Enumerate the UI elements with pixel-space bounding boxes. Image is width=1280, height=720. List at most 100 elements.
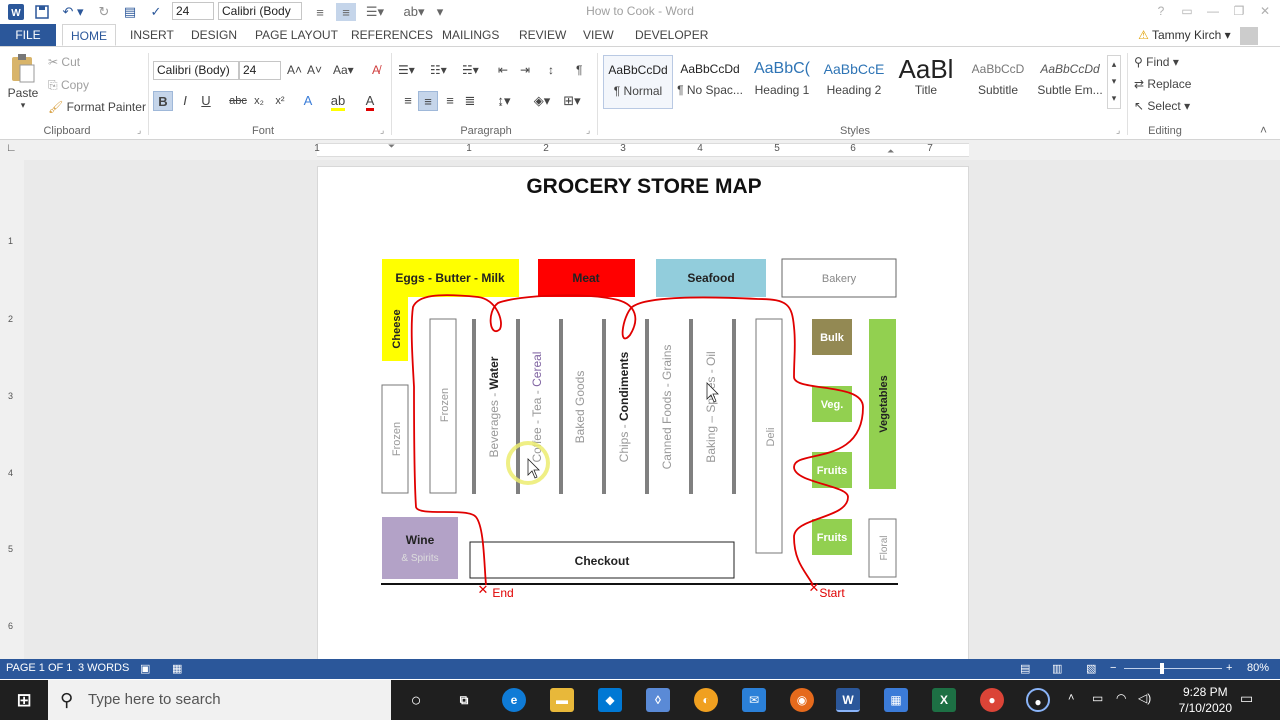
style-subtitle[interactable]: AaBbCcD Subtitle [963,55,1033,109]
show-marks-icon[interactable]: ¶ [576,63,582,77]
taskbar-search[interactable]: ⚲ Type here to search [48,680,391,720]
zoom-slider-thumb[interactable] [1160,663,1164,674]
user-account[interactable]: ⚠ Tammy Kirch ▾ [1138,24,1258,46]
customize-qat-icon[interactable]: ▾ [434,3,446,21]
highlight-color-icon[interactable]: ab [328,91,348,111]
read-mode-icon[interactable]: ▤ [1020,662,1030,675]
text-effects-icon[interactable]: A [298,91,318,111]
tab-selector-icon[interactable]: ∟ [6,142,17,154]
windows-start-icon[interactable]: ⊞ [12,688,36,712]
center-button[interactable]: ≡ [418,91,438,111]
increase-indent-icon[interactable]: ⇥ [520,63,530,77]
qat-font-name[interactable]: Calibri (Body [218,2,302,20]
grow-font-icon[interactable]: A˄ [287,63,302,77]
clear-formatting-icon[interactable]: A̸ [372,63,380,77]
paragraph-launcher-icon[interactable]: ⌟ [586,125,590,136]
line-spacing-icon[interactable]: ↨▾ [490,91,518,111]
bullets-icon[interactable]: ☰▾ [362,3,388,21]
tab-page-layout[interactable]: PAGE LAYOUT [247,24,346,46]
shrink-font-icon[interactable]: A˅ [307,63,322,77]
collapse-ribbon-icon[interactable]: ˄ [1260,123,1267,137]
align-right-button[interactable]: ≡ [440,91,460,111]
battery-icon[interactable]: ▭ [1092,691,1103,705]
file-explorer-icon[interactable]: ▬ [550,688,574,712]
format-painter-button[interactable]: 🖌 Format Painter [48,100,146,114]
qat-font-size[interactable]: 24 [172,2,214,20]
tab-review[interactable]: REVIEW [511,24,574,46]
tab-insert[interactable]: INSERT [122,24,182,46]
text-highlight-icon[interactable]: ab▾ [400,3,428,21]
subscript-button[interactable]: x₂ [249,91,269,111]
proofing-icon[interactable]: ▣ [140,662,150,675]
align-left-button[interactable]: ≡ [398,91,418,111]
vertical-ruler[interactable]: 1 2 3 4 5 6 [0,160,24,660]
notifications-icon[interactable]: ▭ [1240,690,1253,707]
bold-button[interactable]: B [153,91,173,111]
align-left-icon[interactable]: ≡ [310,3,330,21]
tab-view[interactable]: VIEW [575,24,622,46]
tab-home[interactable]: HOME [62,24,116,46]
center-icon[interactable]: ≡ [336,3,356,21]
tray-expand-icon[interactable]: ˄ [1068,692,1074,704]
superscript-button[interactable]: x² [270,91,290,111]
indent-marker-icon[interactable]: ⏷ [388,141,395,152]
word-taskbar-icon[interactable]: W [836,688,860,712]
replace-button[interactable]: ⇄ Replace [1134,77,1191,91]
cut-button[interactable]: ✂ Cut [48,55,80,69]
numbering-button-icon[interactable]: ☷▾ [430,63,447,77]
document-page[interactable]: GROCERY STORE MAP Eggs - Butter - Milk M… [317,166,969,666]
right-indent-icon[interactable]: ⏶ [887,146,894,157]
select-button[interactable]: ↖ Select ▾ [1134,99,1190,113]
close-icon[interactable]: ✕ [1252,2,1278,20]
decrease-indent-icon[interactable]: ⇤ [498,63,508,77]
tab-developer[interactable]: DEVELOPER [627,24,716,46]
zoom-out-icon[interactable]: − [1110,662,1116,674]
bullets-button-icon[interactable]: ☰▾ [398,63,415,77]
undo-icon[interactable]: ↶ ▾ [58,3,88,21]
excel-icon[interactable]: X [932,688,956,712]
redo-icon[interactable]: ↻ [94,3,114,21]
styles-scroll[interactable]: ▴ ▾ ▾ [1107,55,1121,109]
outlook-icon[interactable]: ✉ [742,688,766,712]
style-normal[interactable]: AaBbCcDd ¶ Normal [603,55,673,109]
cortana-icon[interactable]: ○ [404,688,428,712]
font-launcher-icon[interactable]: ⌟ [380,125,384,136]
ribbon-display-icon[interactable]: ▭ [1174,2,1200,20]
sort-icon[interactable]: ↕ [548,63,554,77]
find-button[interactable]: ⚲ Find ▾ [1134,55,1179,69]
style-title[interactable]: AaBl Title [891,55,961,109]
app-icon[interactable]: ◊ [646,688,670,712]
copy-button[interactable]: ⎘ Copy [48,78,89,93]
save-icon[interactable] [32,3,52,21]
style-heading-1[interactable]: AaBbC( Heading 1 [747,55,817,109]
store-icon[interactable]: ◆ [598,688,622,712]
page-count[interactable]: PAGE 1 OF 1 [6,662,72,674]
underline-button[interactable]: U [196,91,216,111]
styles-launcher-icon[interactable]: ⌟ [1116,125,1120,136]
shading-icon[interactable]: ◈▾ [528,91,556,111]
horizontal-ruler[interactable]: 1 1 2 3 4 5 6 7 ⏷ ⏶ [314,141,969,157]
tab-mailings[interactable]: MAILINGS [434,24,507,46]
clock[interactable]: 9:28 PM 7/10/2020 [1179,684,1232,716]
change-case-icon[interactable]: Aa▾ [333,63,354,77]
paste-qat-icon[interactable]: ▤ [120,3,140,21]
style-no-spacing[interactable]: AaBbCcDd ¶ No Spac... [675,55,745,109]
print-layout-icon[interactable]: ▥ [1052,662,1062,675]
maximize-icon[interactable]: ❐ [1226,2,1252,20]
calculator-icon[interactable]: ▦ [884,688,908,712]
help-icon[interactable]: ? [1148,2,1174,20]
style-subtle-emphasis[interactable]: AaBbCcDd Subtle Em... [1035,55,1105,109]
font-color-icon[interactable]: A [360,91,380,111]
zoom-in-icon[interactable]: + [1226,662,1232,674]
minimize-icon[interactable]: — [1200,2,1226,20]
edge-icon[interactable]: e [502,688,526,712]
multilevel-list-icon[interactable]: ☵▾ [462,63,479,77]
strikethrough-button[interactable]: abc [228,91,248,111]
tab-design[interactable]: DESIGN [183,24,245,46]
zoom-slider[interactable] [1124,668,1222,669]
borders-icon[interactable]: ⊞▾ [558,91,586,111]
gauge-app-icon[interactable]: ◐ [694,688,718,712]
firefox-icon[interactable]: ◉ [790,688,814,712]
wifi-icon[interactable]: ◠ [1116,691,1126,705]
recorder-icon[interactable]: ● [1026,688,1050,712]
